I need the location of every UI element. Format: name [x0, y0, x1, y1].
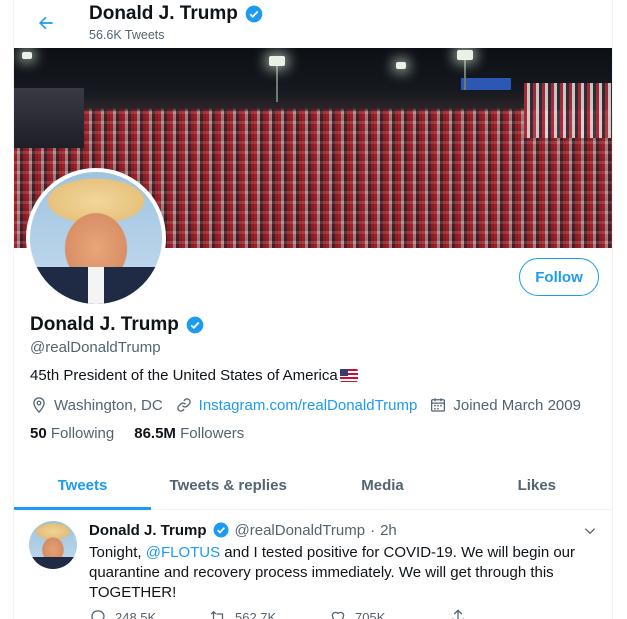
- followers-label: Followers: [180, 425, 245, 442]
- verified-badge-icon: [186, 316, 204, 334]
- back-button[interactable]: [32, 9, 60, 37]
- header-title: Donald J. Trump: [89, 3, 264, 25]
- profile-bio-text: 45th President of the United States of A…: [30, 367, 338, 384]
- following-stat[interactable]: 50 Following: [30, 425, 114, 442]
- profile-page: Donald J. Trump 56.6K Tweets Follow Dona…: [13, 0, 613, 619]
- banner-stadium-light: [396, 62, 406, 69]
- banner-stand-left: [14, 88, 84, 148]
- banner-stand-right: [524, 83, 612, 138]
- banner-sign: [461, 78, 511, 90]
- profile-location: Washington, DC: [30, 396, 163, 414]
- profile-joined: Joined March 2009: [429, 396, 581, 414]
- like-button[interactable]: 705K: [329, 608, 449, 619]
- follow-button[interactable]: Follow: [519, 258, 599, 296]
- chevron-down-icon: [584, 528, 596, 535]
- tweet-mention[interactable]: @FLOTUS: [146, 544, 220, 561]
- reply-count: 248.5K: [115, 609, 157, 619]
- tab-media[interactable]: Media: [305, 461, 459, 509]
- calendar-icon: [431, 398, 446, 412]
- followers-count: 86.5M: [134, 425, 176, 442]
- banner-stadium-light: [22, 52, 32, 59]
- profile-handle: @realDonaldTrump: [30, 339, 161, 356]
- share-icon: [452, 609, 464, 619]
- profile-website[interactable]: Instagram.com/realDonaldTrump: [175, 396, 418, 414]
- tweet-actions: 248.5K 562.7K 705K: [89, 608, 569, 619]
- tweet-more-button[interactable]: [580, 521, 600, 541]
- profile-joined-text: Joined March 2009: [453, 396, 581, 414]
- retweet-button[interactable]: 562.7K: [209, 608, 329, 619]
- us-flag-icon: [339, 369, 358, 382]
- tab-tweets-replies[interactable]: Tweets & replies: [151, 461, 305, 509]
- profile-stats: 50 Following 86.5M Followers: [30, 425, 244, 442]
- profile-avatar[interactable]: [26, 168, 166, 308]
- like-count: 705K: [355, 609, 386, 619]
- profile-bio: 45th President of the United States of A…: [30, 367, 358, 384]
- reply-icon: [91, 610, 105, 619]
- tab-tweets[interactable]: Tweets: [14, 461, 151, 510]
- tweet-avatar[interactable]: [29, 521, 77, 569]
- tab-likes[interactable]: Likes: [460, 461, 612, 509]
- retweet-icon: [210, 610, 224, 619]
- tweet-text: Tonight, @FLOTUS and I tested positive f…: [89, 543, 594, 603]
- banner-stadium-light: [457, 50, 473, 60]
- tweet-author-handle[interactable]: @realDonaldTrump: [235, 522, 366, 539]
- arrow-left-icon: [39, 16, 53, 30]
- header-name: Donald J. Trump: [89, 3, 238, 24]
- tweet-text-before: Tonight,: [89, 544, 146, 561]
- profile-name-text: Donald J. Trump: [30, 314, 179, 335]
- profile-website-link[interactable]: Instagram.com/realDonaldTrump: [199, 397, 418, 414]
- following-label: Following: [50, 425, 115, 442]
- profile-meta: Washington, DC Instagram.com/realDonaldT…: [30, 396, 593, 414]
- tweet-header: Donald J. Trump @realDonaldTrump · 2h: [89, 521, 397, 539]
- tweet-avatar-suit: [29, 556, 77, 569]
- retweet-count: 562.7K: [235, 609, 277, 619]
- location-pin-icon: [33, 397, 45, 414]
- banner-stadium-light: [269, 56, 285, 66]
- verified-badge-icon: [213, 522, 229, 538]
- profile-name: Donald J. Trump: [30, 314, 205, 336]
- top-bar: Donald J. Trump 56.6K Tweets: [14, 0, 612, 48]
- heart-icon: [331, 611, 345, 619]
- banner-light-pole: [276, 60, 278, 102]
- tweet-time[interactable]: 2h: [380, 522, 397, 539]
- header-tweet-count: 56.6K Tweets: [89, 28, 165, 42]
- following-count: 50: [30, 425, 47, 442]
- tweet[interactable]: Donald J. Trump @realDonaldTrump · 2h To…: [14, 510, 612, 619]
- followers-stat[interactable]: 86.5M Followers: [134, 425, 244, 442]
- avatar-shirt: [88, 267, 104, 304]
- profile-tabs: Tweets Tweets & replies Media Likes: [14, 461, 612, 510]
- tweet-author-name[interactable]: Donald J. Trump: [89, 522, 207, 539]
- share-button[interactable]: [449, 608, 569, 619]
- verified-badge-icon: [245, 5, 263, 23]
- reply-button[interactable]: 248.5K: [89, 608, 209, 619]
- profile-location-text: Washington, DC: [54, 396, 163, 414]
- link-icon: [176, 398, 191, 412]
- tweet-separator: ·: [370, 521, 376, 539]
